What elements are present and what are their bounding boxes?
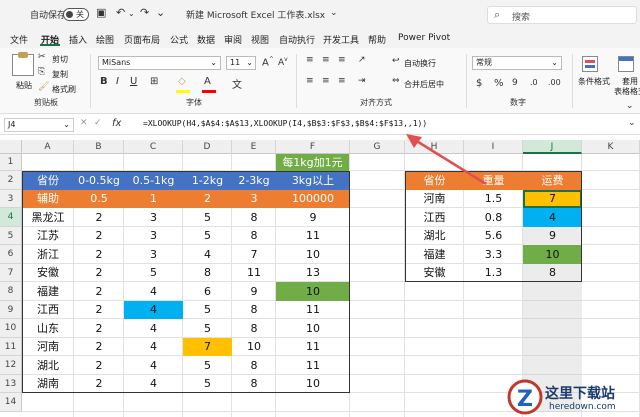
watermark-title: 这里下载站 [545, 386, 615, 402]
watermark-url: heredown.com [549, 402, 616, 412]
watermark-emblem: Z [507, 379, 543, 415]
svg-text:Z: Z [517, 387, 533, 412]
arrow-head [406, 134, 422, 148]
watermark-logo: Z 这里下载站 heredown.com [505, 378, 640, 417]
arrow-shaft [414, 138, 487, 186]
annotation-arrow [406, 134, 487, 186]
